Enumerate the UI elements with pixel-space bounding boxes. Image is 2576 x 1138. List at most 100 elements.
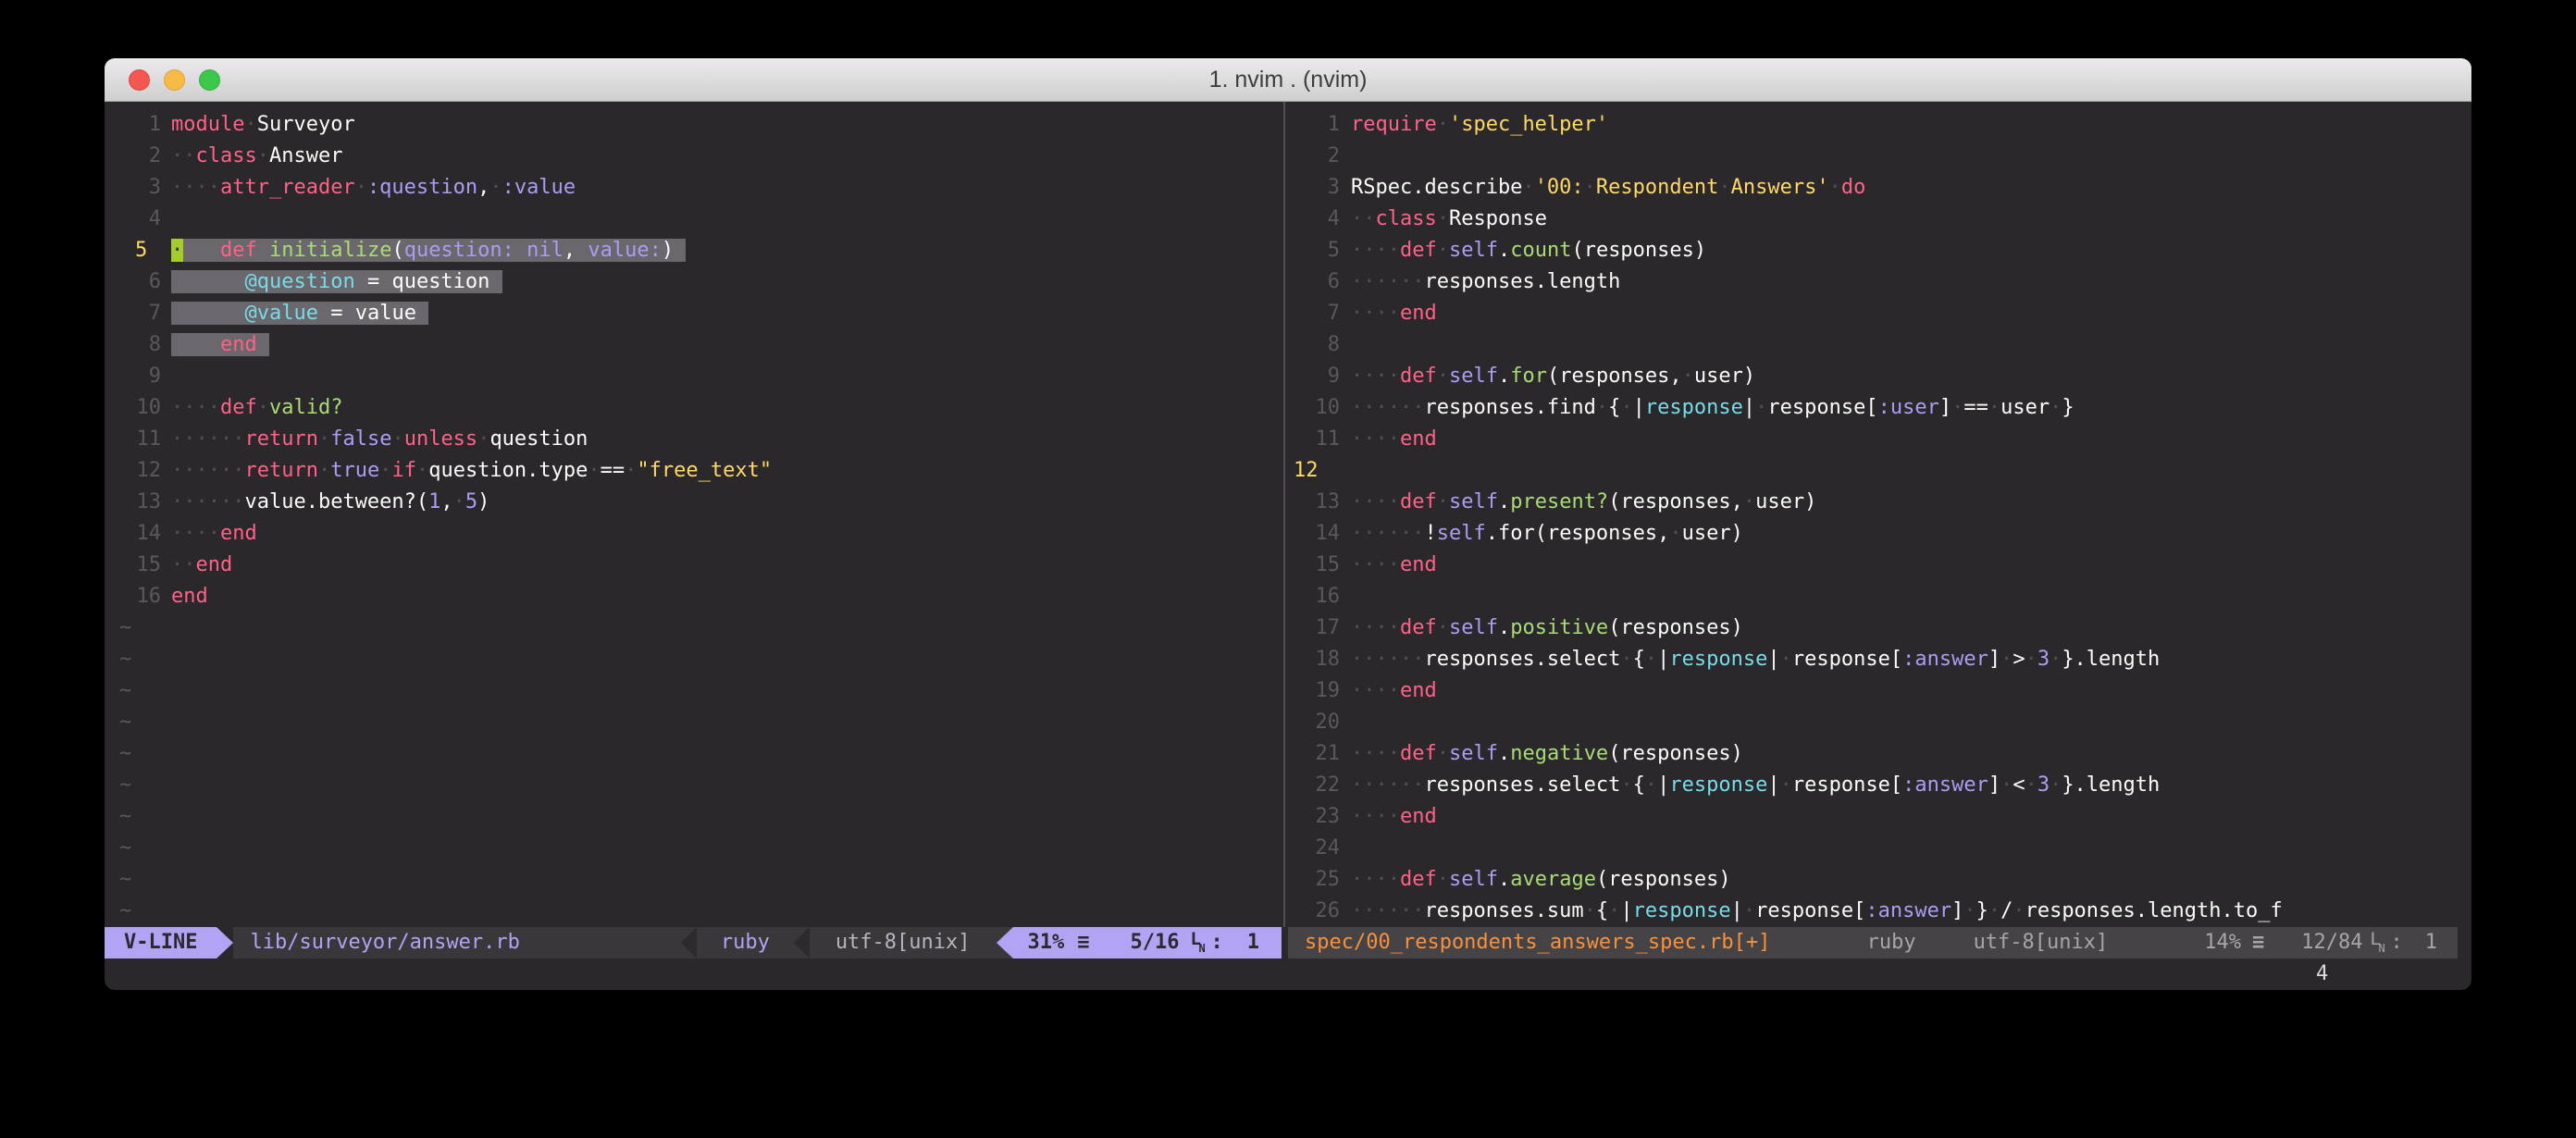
- code-line: 8: [1288, 329, 2471, 361]
- code-line: 24: [1288, 833, 2471, 864]
- position-segment-left: 31% ≡ 5/16 LN : 1: [1013, 927, 1282, 959]
- code-line: 10······responses.find·{·|response|·resp…: [1288, 392, 2471, 424]
- lines-icon: ≡: [1077, 927, 1089, 959]
- code-line: 22······responses.select·{·|response|·re…: [1288, 770, 2471, 801]
- code-line: ~: [105, 801, 1282, 833]
- code-line: 21····def·self.negative(responses): [1288, 738, 2471, 770]
- code-line: 26······responses.sum·{·|response|·respo…: [1288, 896, 2471, 927]
- code-line: 12······return·true·if·question.type·==·…: [105, 455, 1282, 487]
- line-number: 6: [1288, 266, 1351, 298]
- filetype-right: ruby: [1867, 927, 1916, 959]
- line-number: 16: [105, 581, 171, 612]
- code-line: 3RSpec.describe·'00:·Respondent·Answers'…: [1288, 172, 2471, 204]
- colon-separator: :: [1211, 927, 1223, 959]
- powerline-separator-icon: [997, 927, 1013, 959]
- line-number: 16: [1288, 581, 1351, 612]
- line-number: 17: [1288, 612, 1351, 644]
- code-line: 19····end: [1288, 675, 2471, 707]
- line-number: 7: [1288, 298, 1351, 329]
- code-line: 16end: [105, 581, 1282, 612]
- code-line: 12: [1288, 455, 2471, 487]
- encoding-left: utf-8[unix]: [810, 927, 997, 959]
- code-line: 8 end: [105, 329, 1282, 361]
- line-number: 25: [1288, 864, 1351, 896]
- code-line: ~: [105, 738, 1282, 770]
- window-controls: [129, 58, 220, 101]
- line-number: 2: [1288, 141, 1351, 172]
- powerline-chevron-icon: [794, 927, 810, 959]
- line-number: 13: [105, 487, 171, 518]
- code-line: 7····end: [1288, 298, 2471, 329]
- line-number: 10: [1288, 392, 1351, 424]
- code-line: ~: [105, 644, 1282, 675]
- code-line: 14······!self.for(responses,·user): [1288, 518, 2471, 550]
- line-number: 5: [105, 235, 171, 266]
- code-line: 9: [105, 361, 1282, 392]
- empty-line-tilde: ~: [105, 770, 131, 801]
- line-number: 10: [105, 392, 171, 424]
- command-line[interactable]: 4: [105, 959, 2471, 990]
- code-line: 6 @question = question: [105, 266, 1282, 298]
- line-number: 19: [1288, 675, 1351, 707]
- visual-selection: @value = value: [171, 302, 428, 325]
- statusline-left: V-LINE lib/surveyor/answer.rb ruby utf-8…: [105, 927, 1282, 959]
- line-number: 21: [1288, 738, 1351, 770]
- code-line: 2··class·Answer: [105, 141, 1282, 172]
- code-line: 4··class·Response: [1288, 204, 2471, 235]
- line-number: 9: [1288, 361, 1351, 392]
- code-line: 5····def·self.count(responses): [1288, 235, 2471, 266]
- colon-separator: :: [2391, 927, 2403, 959]
- zoom-button-icon[interactable]: [199, 69, 220, 91]
- code-line: 5· def initialize(question: nil, value:): [105, 235, 1282, 266]
- line-position-right: 12/84: [2301, 927, 2362, 959]
- code-line: 17····def·self.positive(responses): [1288, 612, 2471, 644]
- filename-right: spec/00_respondents_answers_spec.rb[+]: [1288, 927, 1770, 959]
- line-number: 2: [105, 141, 171, 172]
- line-number: 12: [1288, 455, 1351, 487]
- code-line: ~: [105, 896, 1282, 927]
- scroll-percent-right: 14%: [2204, 927, 2241, 959]
- line-number: 15: [1288, 550, 1351, 581]
- line-position-left: 5/16: [1131, 927, 1180, 959]
- code-line: 15··end: [105, 550, 1282, 581]
- line-number: 20: [1288, 707, 1351, 738]
- empty-line-tilde: ~: [105, 644, 131, 675]
- empty-line-tilde: ~: [105, 707, 131, 738]
- empty-line-tilde: ~: [105, 896, 131, 927]
- line-number: 8: [1288, 329, 1351, 361]
- line-number-icon: LN: [2369, 927, 2391, 959]
- powerline-separator-icon: [217, 927, 233, 959]
- title-bar[interactable]: 1. nvim . (nvim): [105, 58, 2471, 102]
- window-separator[interactable]: [1283, 102, 1285, 927]
- editor-pane-right[interactable]: 1require·'spec_helper'23RSpec.describe·'…: [1288, 102, 2471, 927]
- editor-pane-left[interactable]: 1module·Surveyor2··class·Answer3····attr…: [105, 102, 1282, 927]
- visual-selection: end: [171, 333, 269, 356]
- empty-line-tilde: ~: [105, 612, 131, 644]
- encoding-right: utf-8[unix]: [1974, 927, 2109, 959]
- minimize-button-icon[interactable]: [164, 69, 185, 91]
- code-line: 13······value.between?(1,·5): [105, 487, 1282, 518]
- line-number: 23: [1288, 801, 1351, 833]
- code-line: ~: [105, 864, 1282, 896]
- code-line: 13····def·self.present?(responses,·user): [1288, 487, 2471, 518]
- code-line: 7 @value = value: [105, 298, 1282, 329]
- visual-selection: · def initialize(question: nil, value:): [171, 239, 686, 262]
- code-line: ~: [105, 770, 1282, 801]
- line-number: 8: [105, 329, 171, 361]
- line-number: 26: [1288, 896, 1351, 927]
- line-number: 11: [1288, 424, 1351, 455]
- code-line: 11····end: [1288, 424, 2471, 455]
- column-number-left: 1: [1247, 927, 1259, 959]
- pending-command-count: 4: [2316, 959, 2328, 990]
- nvim-content: 1module·Surveyor2··class·Answer3····attr…: [105, 102, 2471, 990]
- empty-line-tilde: ~: [105, 833, 131, 864]
- filetype-left: ruby: [697, 927, 794, 959]
- line-number: 1: [105, 109, 171, 141]
- code-line: 2: [1288, 141, 2471, 172]
- line-number: 12: [105, 455, 171, 487]
- close-button-icon[interactable]: [129, 69, 150, 91]
- line-number: 3: [105, 172, 171, 204]
- code-line: 1require·'spec_helper': [1288, 109, 2471, 141]
- code-line: 6······responses.length: [1288, 266, 2471, 298]
- line-number: 13: [1288, 487, 1351, 518]
